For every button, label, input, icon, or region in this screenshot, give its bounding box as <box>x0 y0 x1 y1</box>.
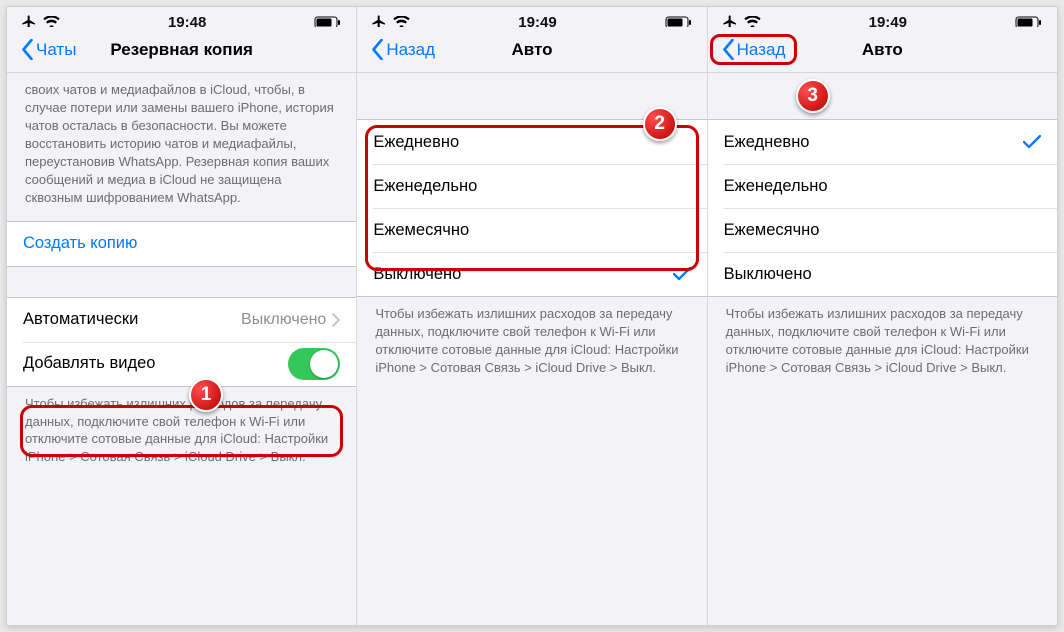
include-video-toggle[interactable] <box>288 348 340 380</box>
nav-back-label: Чаты <box>36 40 76 60</box>
frequency-group: Ежедневно Еженедельно Ежемесячно Выключе… <box>357 119 706 297</box>
nav-back-button[interactable]: Назад <box>716 37 792 62</box>
frequency-group: Ежедневно Еженедельно Ежемесячно Выключе… <box>708 119 1057 297</box>
option-label: Еженедельно <box>373 177 690 196</box>
option-daily[interactable]: Ежедневно <box>708 120 1057 164</box>
option-label: Выключено <box>373 265 672 284</box>
status-bar: 19:48 <box>7 7 356 27</box>
option-off[interactable]: Выключено <box>708 252 1057 296</box>
callout-marker-2: 2 <box>643 107 677 141</box>
option-off[interactable]: Выключено <box>357 252 706 296</box>
check-icon <box>673 267 691 281</box>
phone-panel-1: 19:48 Чаты Резервная копия своих чатов и… <box>7 7 357 625</box>
option-weekly[interactable]: Еженедельно <box>708 164 1057 208</box>
option-label: Ежемесячно <box>724 221 1041 240</box>
create-backup-label: Создать копию <box>23 234 340 253</box>
nav-back-label: Назад <box>386 40 435 60</box>
create-backup-row[interactable]: Создать копию <box>7 222 356 266</box>
callout-marker-1: 1 <box>189 378 223 412</box>
include-video-row[interactable]: Добавлять видео <box>7 342 356 386</box>
option-monthly[interactable]: Ежемесячно <box>357 208 706 252</box>
option-label: Еженедельно <box>724 177 1041 196</box>
footer-note: Чтобы избежать излишних расходов за пере… <box>7 387 356 481</box>
auto-backup-row[interactable]: Автоматически Выключено <box>7 298 356 342</box>
footer-note: Чтобы избежать излишних расходов за пере… <box>357 297 706 391</box>
nav-back-button[interactable]: Чаты <box>15 37 82 62</box>
option-label: Ежемесячно <box>373 221 690 240</box>
auto-backup-label: Автоматически <box>23 310 241 329</box>
option-label: Ежедневно <box>373 133 690 152</box>
phone-panel-3: 19:49 Назад Авто Ежедневно <box>708 7 1057 625</box>
create-backup-group: Создать копию <box>7 221 356 267</box>
settings-content: своих чатов и медиафайлов в iCloud, чтоб… <box>7 73 356 625</box>
callout-marker-3: 3 <box>796 79 830 113</box>
option-weekly[interactable]: Еженедельно <box>357 164 706 208</box>
nav-back-label: Назад <box>737 40 786 60</box>
footer-note: Чтобы избежать излишних расходов за пере… <box>708 297 1057 391</box>
backup-options-group: Автоматически Выключено Добавлять видео <box>7 297 356 387</box>
status-bar: 19:49 <box>708 7 1057 27</box>
chevron-right-icon <box>332 313 340 327</box>
check-icon <box>1023 135 1041 149</box>
nav-bar: Назад Авто <box>357 27 706 73</box>
option-label: Выключено <box>724 265 1041 284</box>
auto-backup-value: Выключено <box>241 311 326 329</box>
settings-content: Ежедневно Еженедельно Ежемесячно Выключе… <box>357 73 706 625</box>
include-video-label: Добавлять видео <box>23 354 288 373</box>
backup-description: своих чатов и медиафайлов в iCloud, чтоб… <box>7 73 356 221</box>
status-bar: 19:49 <box>357 7 706 27</box>
option-label: Ежедневно <box>724 133 1023 152</box>
nav-bar: Чаты Резервная копия <box>7 27 356 73</box>
phone-panel-2: 19:49 Назад Авто Ежедневно Еженедельно <box>357 7 707 625</box>
settings-content: Ежедневно Еженедельно Ежемесячно Выключе… <box>708 73 1057 625</box>
nav-bar: Назад Авто <box>708 27 1057 73</box>
option-monthly[interactable]: Ежемесячно <box>708 208 1057 252</box>
nav-back-button[interactable]: Назад <box>365 37 441 62</box>
